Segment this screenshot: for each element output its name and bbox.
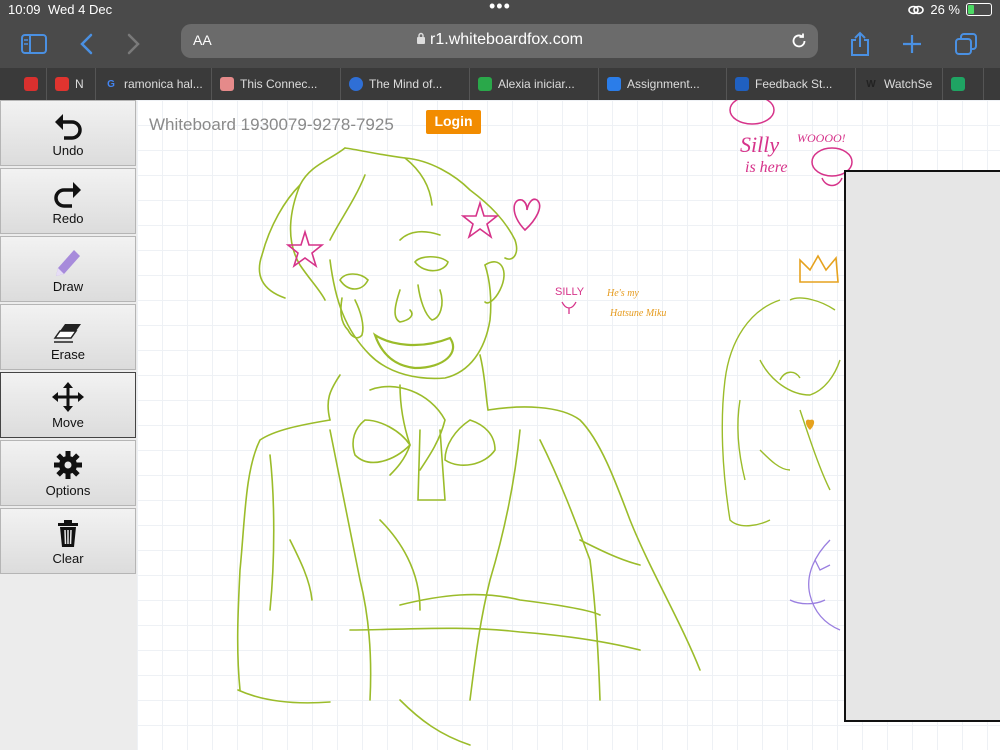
silly-here-text-1: Silly [740, 132, 779, 157]
tab-favicon [24, 77, 38, 91]
undo-label: Undo [52, 143, 84, 158]
tab-label: The Mind of... [369, 77, 443, 91]
status-date: Wed 4 Dec [48, 2, 113, 17]
move-icon [52, 382, 84, 412]
status-bar: 10:09 Wed 4 Dec ••• 26 % [0, 0, 1000, 20]
whiteboard-title: Whiteboard 1930079-9278-7925 [149, 115, 394, 134]
tab-favicon [220, 77, 234, 91]
battery-percent: 26 % [930, 2, 960, 17]
miku-text-2: Hatsune Miku [609, 308, 666, 319]
tab-label: WatchSe [884, 77, 933, 91]
new-tab-icon[interactable] [896, 28, 928, 60]
tab-favicon [349, 77, 363, 91]
right-green-sketch [721, 297, 841, 527]
tab-3[interactable]: This Connec... [212, 68, 341, 100]
redo-icon [54, 182, 81, 208]
crown-doodle [799, 254, 839, 283]
trash-icon [58, 520, 78, 547]
tab-8[interactable]: W WatchSe [856, 68, 943, 100]
silly-text: SILLY [555, 286, 585, 298]
tab-label: Feedback St... [755, 77, 833, 91]
tab-7[interactable]: Feedback St... [727, 68, 856, 100]
w-icon: W [866, 78, 876, 90]
tab-favicon [478, 77, 492, 91]
undo-button[interactable]: Undo [0, 100, 136, 166]
tool-panel: Undo Redo Draw Erase Move Options Clear [0, 100, 137, 750]
tab-label: This Connec... [240, 77, 318, 91]
blank-overlay-panel [844, 170, 1000, 722]
options-label: Options [45, 483, 91, 498]
small-face-doodle [561, 301, 577, 314]
drive-icon [951, 77, 965, 91]
whiteboard-canvas[interactable]: Silly is here WOOOO! SILLY He's my Hatsu… [137, 100, 1000, 750]
google-icon: G [107, 78, 115, 90]
status-right: 26 % [908, 2, 992, 17]
clear-button[interactable]: Clear [0, 508, 136, 574]
url-text: r1.whiteboardfox.com [430, 31, 583, 48]
forward-icon[interactable] [118, 28, 150, 60]
status-time: 10:09 [8, 2, 41, 17]
tab-2[interactable]: Gramonica hal... [96, 68, 212, 100]
tab-bar: N Gramonica hal... This Connec... The Mi… [0, 68, 1000, 100]
tab-1[interactable]: N [47, 68, 96, 100]
tab-favicon [607, 77, 621, 91]
redo-label: Redo [52, 211, 84, 226]
tab-label: Assignment... [627, 77, 700, 91]
clear-label: Clear [52, 551, 84, 566]
woooo-text: WOOOO! [797, 131, 846, 145]
miku-text-1: He's my [606, 288, 639, 299]
redo-button[interactable]: Redo [0, 168, 136, 234]
tab-6[interactable]: Assignment... [599, 68, 727, 100]
tabs-overview-icon[interactable] [950, 28, 982, 60]
purple-sketch [789, 539, 841, 631]
erase-label: Erase [51, 347, 85, 362]
address-bar[interactable]: AA r1.whiteboardfox.com [181, 24, 818, 58]
login-button[interactable]: Login [426, 110, 481, 134]
move-button[interactable]: Move [0, 372, 136, 438]
silly-here-text-2: is here [745, 159, 788, 176]
tab-0[interactable] [16, 68, 47, 100]
tab-favicon [55, 77, 69, 91]
share-icon[interactable] [844, 28, 876, 60]
tab-4[interactable]: The Mind of... [341, 68, 470, 100]
yellow-heart-doodle [805, 419, 815, 430]
reload-icon[interactable] [790, 32, 808, 50]
url-display[interactable]: r1.whiteboardfox.com [181, 31, 818, 49]
move-label: Move [52, 415, 84, 430]
draw-button[interactable]: Draw [0, 236, 136, 302]
tab-favicon [735, 77, 749, 91]
lock-icon [417, 32, 426, 44]
tab-label: Alexia iniciar... [498, 77, 575, 91]
back-icon[interactable] [70, 28, 102, 60]
draw-label: Draw [52, 279, 84, 294]
sidebar-icon[interactable] [18, 28, 50, 60]
options-button[interactable]: Options [0, 440, 136, 506]
tab-label: N [75, 77, 84, 91]
pencil-icon [56, 250, 80, 276]
gear-icon [54, 451, 82, 479]
link-icon [908, 5, 925, 14]
erase-button[interactable]: Erase [0, 304, 136, 370]
multitask-dots-icon[interactable]: ••• [489, 0, 511, 17]
eraser-icon [53, 324, 81, 343]
tab-label: ramonica hal... [124, 77, 203, 91]
undo-icon [55, 114, 82, 140]
tab-9[interactable] [943, 68, 984, 100]
tab-5[interactable]: Alexia iniciar... [470, 68, 599, 100]
battery-icon [966, 3, 992, 16]
